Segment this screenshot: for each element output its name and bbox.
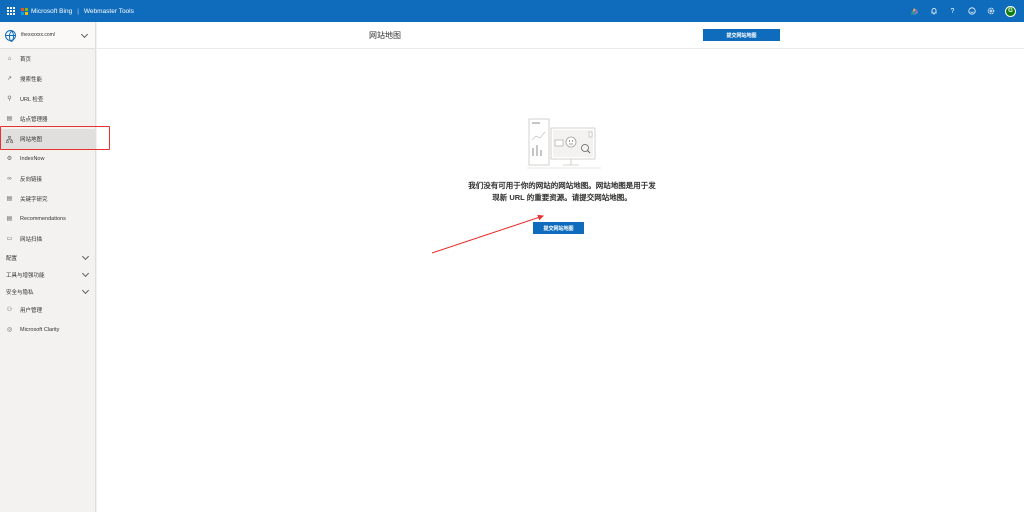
sidebar-item-label: 网站扫描 [20,237,43,243]
settings-gear-icon[interactable] [986,7,995,16]
submit-sitemap-header-button[interactable]: 提交网站地图 [703,29,780,41]
sidebar-group-label: 工具与增强功能 [6,272,45,279]
sidebar-item-search-performance[interactable]: ↗ 搜索性能 [0,69,95,89]
sidebar-item-label: 搜索性能 [20,77,43,83]
sidebar-item-label: Microsoft Clarity [20,327,60,333]
notification-bell-icon[interactable] [929,7,938,16]
nav-list: ⌂ 首页 ↗ 搜索性能 ⚲ URL 检查 ▤ 站点管理器 网站地图 ⚙ Inde… [0,49,95,340]
sidebar-item-microsoft-clarity[interactable]: ◎ Microsoft Clarity [0,320,95,340]
sidebar: thexxxxxx.com/ ⌂ 首页 ↗ 搜索性能 ⚲ URL 检查 ▤ 站点… [0,22,96,512]
annotation-highlight-box [0,126,110,150]
sidebar-item-site-scan[interactable]: ▭ 网站扫描 [0,229,95,249]
page-header: 网站地图 提交网站地图 [97,22,1024,49]
sidebar-item-label: IndexNow [20,156,45,162]
sidebar-item-label: 用户管理 [20,308,43,314]
chevron-down-icon [81,252,90,261]
sidebar-item-recommendations[interactable]: ▤ Recommendations [0,209,95,229]
sidebar-item-label: 首页 [20,57,32,63]
document-icon: ▤ [6,115,13,122]
empty-state-message: 我们没有可用于你的网站的网站地图。网站地图是用于发 现新 URL 的重要资源。请… [457,180,667,204]
site-selector-value: thexxxxxx.com/ [21,32,56,38]
sidebar-group-label: 安全与隐私 [6,289,34,296]
user-icon: ⚇ [6,306,13,313]
sidebar-item-label: 站点管理器 [20,117,48,123]
sidebar-group-tools[interactable]: 工具与增强功能 [0,266,95,283]
sidebar-item-url-inspection[interactable]: ⚲ URL 检查 [0,89,95,109]
empty-state-line-2: 现新 URL 的重要资源。请提交网站地图。 [492,193,632,202]
clarity-icon: ◎ [6,326,13,333]
brand[interactable]: Microsoft Bing | Webmaster Tools [21,7,134,15]
sidebar-item-indexnow[interactable]: ⚙ IndexNow [0,149,95,169]
brand-name: Microsoft Bing [31,7,73,15]
chevron-down-icon[interactable] [80,30,89,39]
main-content: 网站地图 提交网站地图 我们没有可用于你的网站的网站地图。网站地图是用于发 现新… [97,22,1024,512]
home-icon: ⌂ [7,55,12,62]
globe-icon [5,29,16,42]
sidebar-group-configuration[interactable]: 配置 [0,249,95,266]
site-selector[interactable]: thexxxxxx.com/ [0,22,95,49]
document-icon: ▤ [6,195,13,202]
submit-sitemap-button[interactable]: 提交网站地图 [533,222,584,234]
sidebar-group-label: 配置 [6,255,18,262]
app-launcher-icon[interactable] [7,7,15,15]
help-icon[interactable]: ? [948,7,957,16]
sidebar-group-security[interactable]: 安全与隐私 [0,283,95,300]
sidebar-item-label: Recommendations [20,216,66,222]
search-icon: ⚲ [7,95,12,102]
link-icon: ∞ [7,175,12,182]
sidebar-item-label: 关键字研究 [20,197,48,203]
copilot-icon[interactable] [910,7,919,16]
sidebar-item-label: URL 检查 [20,97,44,103]
sidebar-item-keyword-research[interactable]: ▤ 关键字研究 [0,189,95,209]
settings-icon: ⚙ [6,155,13,162]
chevron-down-icon [81,269,90,278]
sidebar-item-home[interactable]: ⌂ 首页 [0,49,95,69]
scan-icon: ▭ [6,235,13,242]
empty-state-illustration [527,118,601,172]
microsoft-logo-icon [21,7,28,15]
document-icon: ▤ [6,215,13,222]
product-name: Webmaster Tools [83,7,134,15]
trend-icon: ↗ [6,75,13,82]
top-bar: Microsoft Bing | Webmaster Tools ? G [0,0,1024,22]
brand-divider: | [77,7,79,15]
sidebar-item-backlinks[interactable]: ∞ 反向链接 [0,169,95,189]
empty-state-line-1: 我们没有可用于你的网站的网站地图。网站地图是用于发 [468,181,656,190]
sidebar-item-label: 反向链接 [20,177,43,183]
page-title: 网站地图 [369,31,401,40]
user-avatar[interactable]: G [1005,5,1016,17]
chevron-down-icon [81,286,90,295]
feedback-smiley-icon[interactable] [967,7,976,16]
sidebar-item-user-management[interactable]: ⚇ 用户管理 [0,300,95,320]
